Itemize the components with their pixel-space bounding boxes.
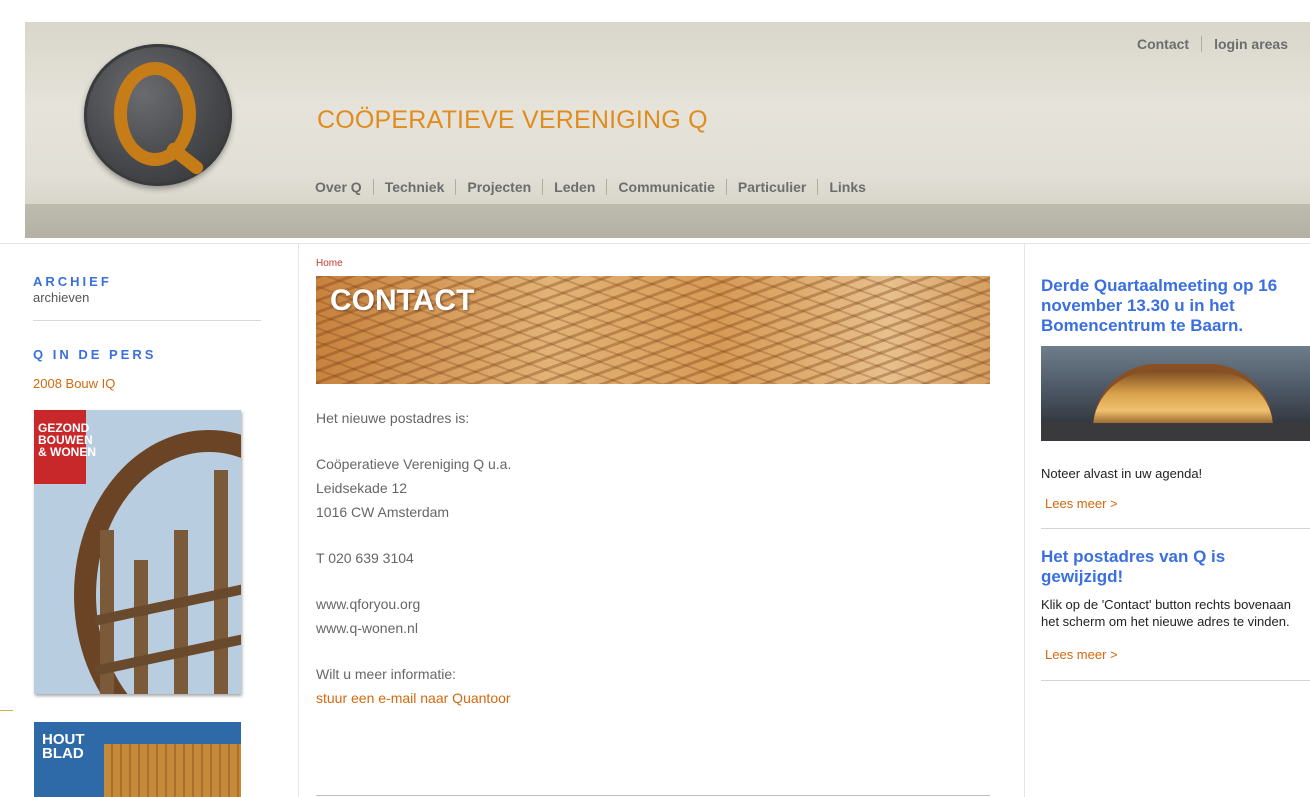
news-title-postadres[interactable]: Het postadres van Q is gewijzigd! (1041, 547, 1310, 587)
archief-link[interactable]: archieven (33, 290, 263, 305)
postal-address: Coöperatieve Vereniging Q u.a. Leidsekad… (316, 452, 990, 524)
contact-details: Het nieuwe postadres is: Coöperatieve Ve… (316, 406, 990, 710)
news-divider (1041, 528, 1310, 529)
cover-title: HOUT BLAD (42, 732, 85, 762)
contact-link[interactable]: Contact (1125, 36, 1201, 52)
top-links: Contact login areas (1125, 36, 1300, 52)
content-divider (316, 795, 990, 796)
news-title-meeting[interactable]: Derde Quartaalmeeting op 16 november 13.… (1041, 276, 1310, 336)
site-title: COÖPERATIEVE VERENIGING Q (317, 106, 708, 134)
pers-heading: Q IN DE PERS (33, 347, 157, 362)
nav-techniek[interactable]: Techniek (372, 179, 456, 195)
column-divider-left (298, 244, 299, 797)
header-divider (0, 243, 1310, 244)
cover-post (174, 530, 188, 694)
nav-projecten[interactable]: Projecten (455, 179, 542, 195)
website-link[interactable]: www.qforyou.org (316, 596, 420, 612)
page-title: CONTACT (330, 284, 475, 317)
nav-communicatie[interactable]: Communicatie (606, 179, 725, 195)
phone-number: T 020 639 3104 (316, 550, 414, 566)
read-more-meeting[interactable]: Lees meer > (1045, 496, 1310, 511)
address-line: Leidsekade 12 (316, 480, 408, 496)
info-block: Wilt u meer informatie: stuur een e-mail… (316, 662, 990, 710)
building-image (1093, 364, 1273, 428)
q-logo[interactable] (84, 44, 232, 186)
intro-text: Het nieuwe postadres is: (316, 410, 470, 426)
contact-banner: CONTACT (316, 276, 990, 384)
left-sidebar: ARCHIEF archieven Q IN DE PERS 2008 Bouw… (33, 274, 263, 391)
address-line: Coöperatieve Vereniging Q u.a. (316, 456, 512, 472)
header-band (25, 204, 1310, 238)
nav-particulier[interactable]: Particulier (725, 179, 817, 195)
bomencentrum-photo (1041, 346, 1310, 441)
photo-foreground (1041, 423, 1310, 441)
magazine-cover-houtblad[interactable]: HOUT BLAD (34, 722, 241, 797)
nav-over-q[interactable]: Over Q (315, 179, 373, 195)
archief-heading: ARCHIEF (33, 274, 112, 289)
main-nav: Over Q Techniek Projecten Leden Communic… (315, 179, 877, 195)
read-more-postadres[interactable]: Lees meer > (1045, 647, 1310, 662)
sidebar-divider (33, 320, 261, 321)
cover-post (134, 560, 148, 694)
email-link[interactable]: stuur een e-mail naar Quantoor (316, 690, 511, 706)
login-areas-link[interactable]: login areas (1201, 36, 1300, 52)
pers-link-2008[interactable]: 2008 Bouw IQ (33, 376, 263, 391)
cover-title-line: & WONEN (38, 445, 96, 459)
info-label: Wilt u meer informatie: (316, 666, 457, 682)
website-link[interactable]: www.q-wonen.nl (316, 620, 418, 636)
news-text-postadres: Klik op de 'Contact' button rechts boven… (1041, 597, 1291, 629)
cover-title-line: BLAD (42, 745, 84, 762)
column-divider-right (1024, 244, 1025, 797)
cover-post (214, 470, 228, 694)
cover-wood-image (104, 744, 241, 797)
websites: www.qforyou.org www.q-wonen.nl (316, 592, 990, 640)
nav-leden[interactable]: Leden (542, 179, 606, 195)
edge-marker (0, 710, 13, 711)
main-content: Home CONTACT Het nieuwe postadres is: Co… (316, 258, 990, 732)
nav-links[interactable]: Links (817, 179, 877, 195)
news-text-meeting: Noteer alvast in uw agenda! (1041, 466, 1203, 481)
address-line: 1016 CW Amsterdam (316, 504, 450, 520)
magazine-cover-gezond-bouwen[interactable]: GEZOND BOUWEN & WONEN (34, 410, 241, 694)
cover-title: GEZOND BOUWEN & WONEN (38, 422, 96, 458)
breadcrumb-home[interactable]: Home (316, 258, 990, 269)
site-header: COÖPERATIEVE VERENIGING Q Over Q Technie… (25, 22, 1310, 238)
right-sidebar: Derde Quartaalmeeting op 16 november 13.… (1041, 276, 1310, 681)
news-divider (1041, 680, 1310, 681)
